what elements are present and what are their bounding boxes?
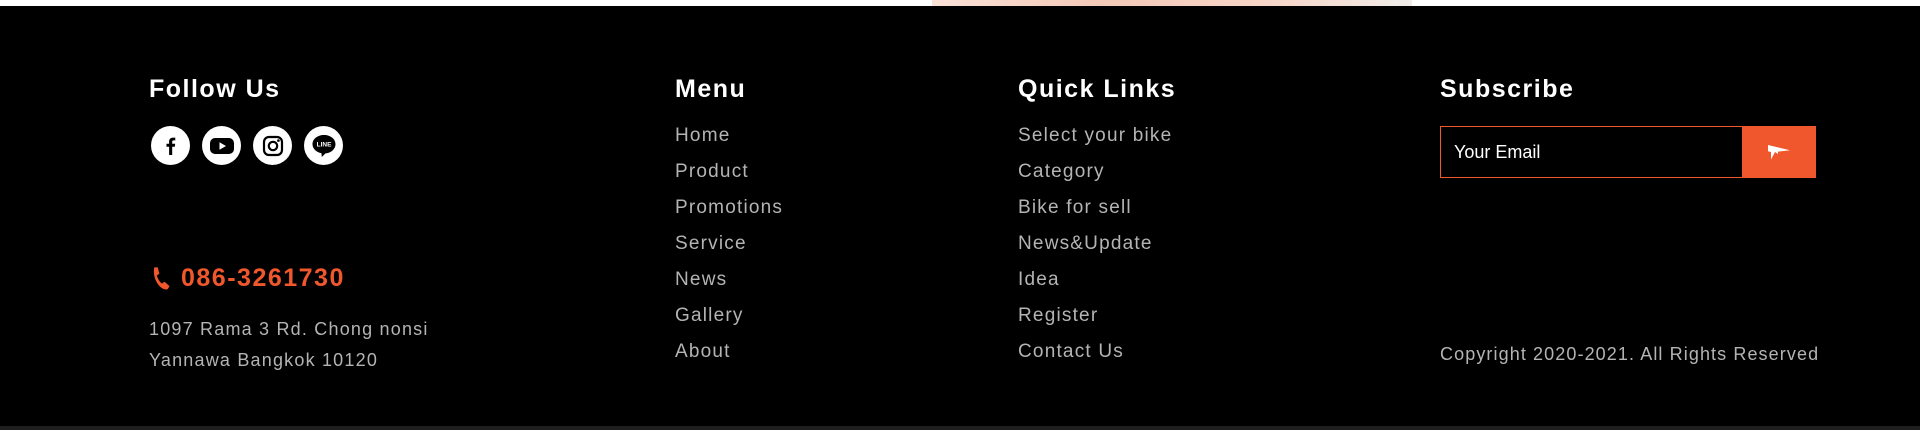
quick-link-news-update[interactable]: News&Update [1018,226,1378,262]
instagram-link[interactable] [253,126,292,165]
quick-link-category[interactable]: Category [1018,154,1378,190]
phone-number[interactable]: 086-3261730 [181,264,345,293]
subscribe-heading: Subscribe [1440,75,1575,103]
phone-icon [153,266,170,289]
site-footer: Follow Us LINE 086-3261730 1097 Rama 3 R… [0,6,1920,426]
youtube-link[interactable] [202,126,241,165]
quick-link-contact-us[interactable]: Contact Us [1018,334,1378,370]
quick-link-register[interactable]: Register [1018,298,1378,334]
follow-us-section: Follow Us LINE 086-3261730 1097 Rama 3 R… [149,74,569,370]
menu-item-service[interactable]: Service [675,226,975,262]
address: 1097 Rama 3 Rd. Chong nonsi Yannawa Bang… [149,314,429,376]
phone-contact[interactable]: 086-3261730 [149,264,345,293]
instagram-icon [262,135,283,156]
line-icon: LINE [312,134,335,157]
menu-item-news[interactable]: News [675,262,975,298]
facebook-link[interactable] [151,126,190,165]
quick-links-heading: Quick Links [1018,75,1177,103]
email-field[interactable] [1440,126,1742,178]
subscribe-button[interactable] [1742,126,1816,178]
subscribe-section: Subscribe Copyright 2020-2021. All Right… [1440,74,1818,364]
menu-item-promotions[interactable]: Promotions [675,190,975,226]
quick-links-list: Select your bike Category Bike for sell … [1018,118,1378,370]
address-line-2: Yannawa Bangkok 10120 [149,350,379,370]
social-links: LINE [151,126,569,165]
subscribe-form [1440,126,1816,178]
quick-link-select-bike[interactable]: Select your bike [1018,118,1378,154]
menu-list: Home Product Promotions Service News Gal… [675,118,975,370]
line-icon-text: LINE [316,141,331,148]
menu-item-about[interactable]: About [675,334,975,370]
menu-item-home[interactable]: Home [675,118,975,154]
line-link[interactable]: LINE [304,126,343,165]
footer-bottom-line [0,426,1920,430]
quick-link-bike-for-sell[interactable]: Bike for sell [1018,190,1378,226]
follow-us-heading: Follow Us [149,75,281,103]
address-line-1: 1097 Rama 3 Rd. Chong nonsi [149,319,429,339]
menu-section: Menu Home Product Promotions Service New… [675,74,975,370]
facebook-icon [166,137,175,155]
quick-link-idea[interactable]: Idea [1018,262,1378,298]
youtube-icon [209,137,234,154]
menu-item-gallery[interactable]: Gallery [675,298,975,334]
quick-links-section: Quick Links Select your bike Category Bi… [1018,74,1378,370]
copyright-text: Copyright 2020-2021. All Rights Reserved [1440,344,1820,364]
menu-item-product[interactable]: Product [675,154,975,190]
send-icon [1768,145,1790,160]
menu-heading: Menu [675,75,747,103]
